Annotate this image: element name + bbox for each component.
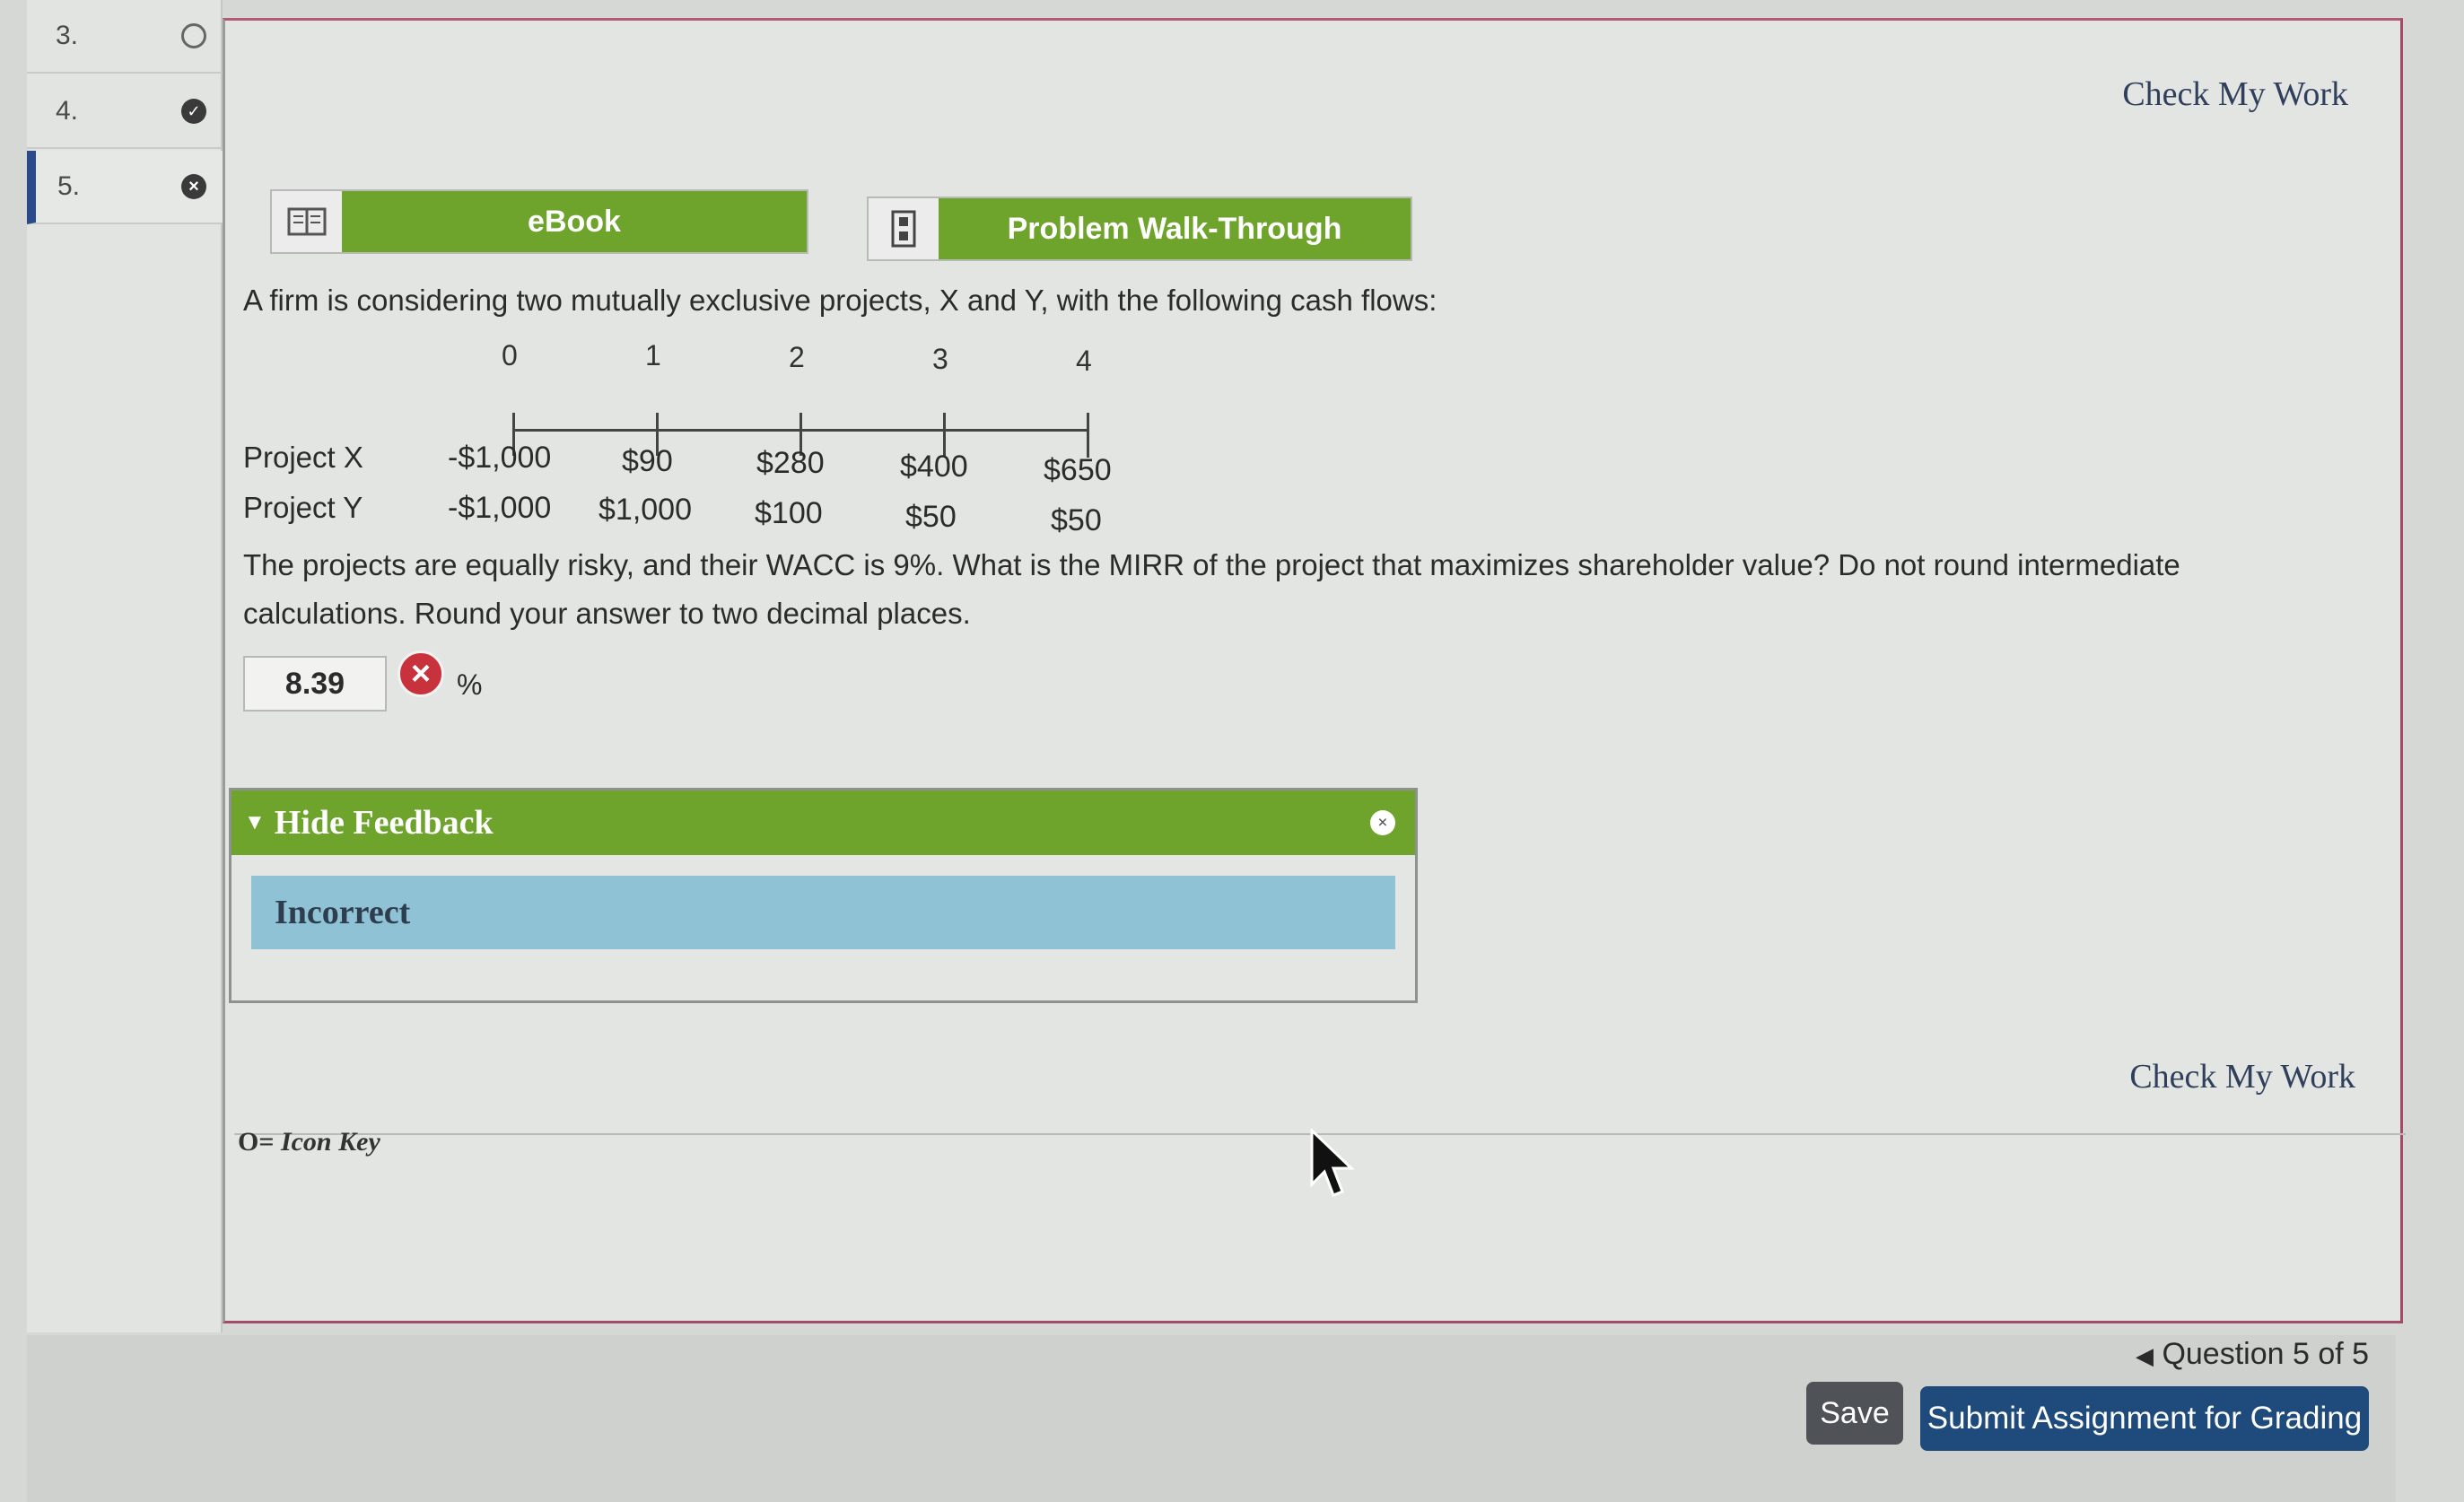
walkthrough-label: Problem Walk-Through	[939, 198, 1411, 259]
cash-flow-cell: $100	[755, 496, 823, 530]
icon-key-label: Icon Key	[280, 1127, 380, 1157]
cash-flow-cell: $50	[1051, 503, 1102, 537]
caret-down-icon: ▼	[244, 810, 266, 834]
sidebar-item-question-5[interactable]: 5. ×	[27, 151, 223, 224]
problem-walkthrough-button[interactable]: Problem Walk-Through	[867, 196, 1412, 261]
cash-flow-cell: $90	[622, 444, 673, 478]
book-icon	[272, 191, 342, 252]
period-label: 4	[1076, 345, 1092, 377]
period-label: 0	[502, 339, 518, 371]
question-nav-label: Question 5 of 5	[2162, 1337, 2370, 1371]
answer-input[interactable]: 8.39	[243, 656, 387, 712]
icon-key-link[interactable]: O= Icon Key	[238, 1127, 380, 1157]
key-icon: O=	[238, 1127, 275, 1157]
project-y-label: Project Y	[243, 491, 363, 524]
question-panel: Check My Work eBook Problem Walk-Through…	[223, 18, 2406, 1323]
feedback-panel: ▼ Hide Feedback × Incorrect	[229, 788, 1418, 1003]
timeline-tick	[1087, 413, 1089, 458]
incorrect-x-icon: ×	[398, 651, 444, 697]
unanswered-status-icon	[181, 23, 206, 48]
problem-intro: A firm is considering two mutually exclu…	[243, 284, 1437, 317]
hide-feedback-toggle[interactable]: ▼ Hide Feedback ×	[232, 790, 1415, 855]
question-line-2: calculations. Round your answer to two d…	[243, 597, 971, 630]
question-line-1: The projects are equally risky, and thei…	[243, 548, 2180, 581]
cash-flow-cell: $280	[756, 446, 825, 480]
question-number: 4.	[56, 96, 79, 126]
cash-flow-cell: -$1,000	[448, 491, 552, 525]
question-number: 5.	[57, 171, 81, 201]
hide-feedback-label: Hide Feedback	[274, 804, 494, 842]
incorrect-status-icon: ×	[181, 174, 206, 199]
cash-flow-cell: -$1,000	[448, 441, 552, 475]
mouse-cursor-icon	[1310, 1127, 1355, 1205]
percent-unit: %	[457, 668, 483, 701]
period-label: 1	[645, 339, 661, 371]
submit-assignment-button[interactable]: Submit Assignment for Grading	[1920, 1386, 2369, 1451]
cash-flow-cell: $650	[1044, 453, 1112, 487]
check-my-work-link-bottom[interactable]: Check My Work	[2129, 1057, 2355, 1096]
cash-flow-cell: $50	[905, 500, 957, 534]
close-icon[interactable]: ×	[1370, 810, 1395, 835]
ebook-button[interactable]: eBook	[270, 189, 808, 254]
partial-credit-status-icon: ✓	[181, 99, 206, 124]
period-label: 3	[932, 343, 948, 375]
check-my-work-link-top[interactable]: Check My Work	[2122, 74, 2348, 114]
film-icon	[869, 198, 939, 259]
save-button[interactable]: Save	[1806, 1382, 1903, 1445]
sidebar-item-question-4[interactable]: 4. ✓	[27, 75, 223, 149]
ebook-label: eBook	[342, 191, 807, 252]
project-x-label: Project X	[243, 441, 363, 474]
sidebar-item-question-3[interactable]: 3.	[27, 0, 223, 74]
feedback-result: Incorrect	[251, 876, 1395, 949]
period-label: 2	[789, 341, 805, 373]
question-number: 3.	[56, 21, 79, 50]
question-sidebar: 3. 4. ✓ 5. ×	[27, 0, 223, 1332]
cash-flow-cell: $400	[900, 450, 968, 484]
cash-flow-cell: $1,000	[599, 493, 692, 527]
question-navigation[interactable]: ◀ Question 5 of 5	[2136, 1337, 2369, 1372]
triangle-left-icon: ◀	[2136, 1342, 2154, 1369]
